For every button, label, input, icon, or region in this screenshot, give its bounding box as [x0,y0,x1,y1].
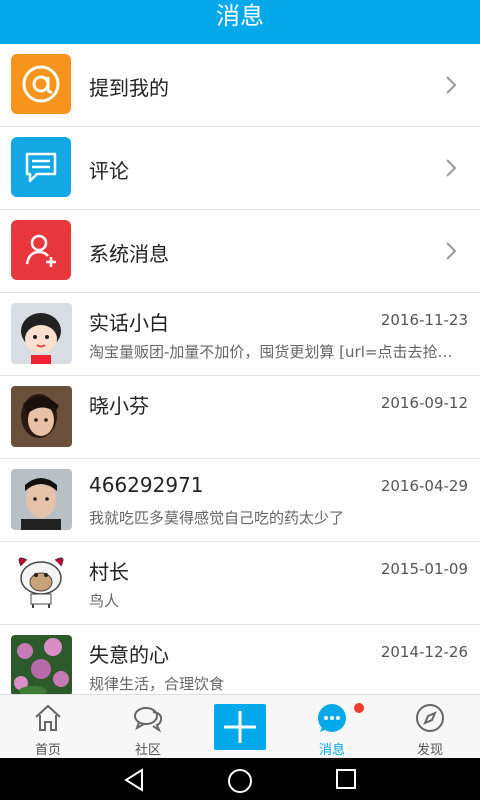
avatar [11,469,72,530]
unread-badge-dot [354,703,364,713]
tab-discover-label: 发现 [416,743,443,758]
home-nav-icon[interactable] [227,768,253,794]
mentions-label: 提到我的 [89,76,169,100]
tab-community[interactable]: 社区 [100,695,196,759]
tab-home-label: 首页 [34,743,61,758]
conversation-preview: 鸟人 [89,592,120,610]
mentions-item[interactable]: 提到我的 [0,44,480,127]
bottom-tab-bar: 首页 社区 消息 发现 [0,694,480,758]
conversation-name: 466292971 [89,473,204,497]
comments-item[interactable]: 评论 [0,127,480,210]
system-nav-bar [0,758,480,800]
conversation-name: 实话小白 [89,311,169,335]
message-icon [318,704,346,732]
conversation-name: 晓小芬 [89,394,149,418]
community-icon [134,707,163,733]
conversation-item[interactable]: 466292971 2016-04-29 我就吃匹多莫得感觉自己吃的药太少了 [0,459,480,542]
avatar [11,552,72,613]
comment-icon [11,137,71,197]
conversation-item[interactable]: 村长 2015-01-09 鸟人 [0,542,480,625]
home-icon [35,704,61,731]
header-bar: 消息 [0,0,480,44]
plus-icon [224,711,256,743]
conversation-name: 村长 [89,560,129,584]
conversation-date: 2015-01-09 [380,560,468,578]
recent-apps-icon[interactable] [335,768,357,790]
chevron-right-icon [446,159,457,177]
page-title: 消息 [216,2,264,30]
conversation-date: 2016-09-12 [380,394,468,412]
tab-messages-label: 消息 [318,743,345,758]
conversation-preview: 我就吃匹多莫得感觉自己吃的药太少了 [89,509,345,527]
at-icon [11,54,71,114]
tab-home[interactable]: 首页 [0,695,96,759]
conversation-date: 2016-11-23 [380,311,468,329]
user-add-icon [11,220,71,280]
tab-community-label: 社区 [134,743,161,758]
create-post-button[interactable] [214,704,266,750]
comments-label: 评论 [89,159,129,183]
conversation-preview: 淘宝量贩团-加量不加价，囤货更划算 [url=点击去抢… [89,343,453,361]
system-messages-item[interactable]: 系统消息 [0,210,480,293]
back-icon[interactable] [122,768,146,792]
compass-icon [416,704,444,732]
avatar [11,386,72,447]
avatar [11,303,72,364]
tab-messages[interactable]: 消息 [284,695,380,759]
chevron-right-icon [446,76,457,94]
system-messages-label: 系统消息 [89,242,169,266]
avatar [11,635,72,694]
message-list[interactable]: 提到我的 评论 系统消息 实话小白 2016-11-23 淘宝量贩团-加量不加价… [0,44,480,694]
conversation-preview: 规律生活，合理饮食 [89,675,225,693]
conversation-date: 2016-04-29 [380,477,468,495]
conversation-item[interactable]: 晓小芬 2016-09-12 [0,376,480,459]
chevron-right-icon [446,242,457,260]
conversation-name: 失意的心 [89,643,169,667]
tab-discover[interactable]: 发现 [382,695,478,759]
conversation-item[interactable]: 实话小白 2016-11-23 淘宝量贩团-加量不加价，囤货更划算 [url=点… [0,293,480,376]
conversation-item[interactable]: 失意的心 2014-12-26 规律生活，合理饮食 [0,625,480,694]
conversation-date: 2014-12-26 [380,643,468,661]
